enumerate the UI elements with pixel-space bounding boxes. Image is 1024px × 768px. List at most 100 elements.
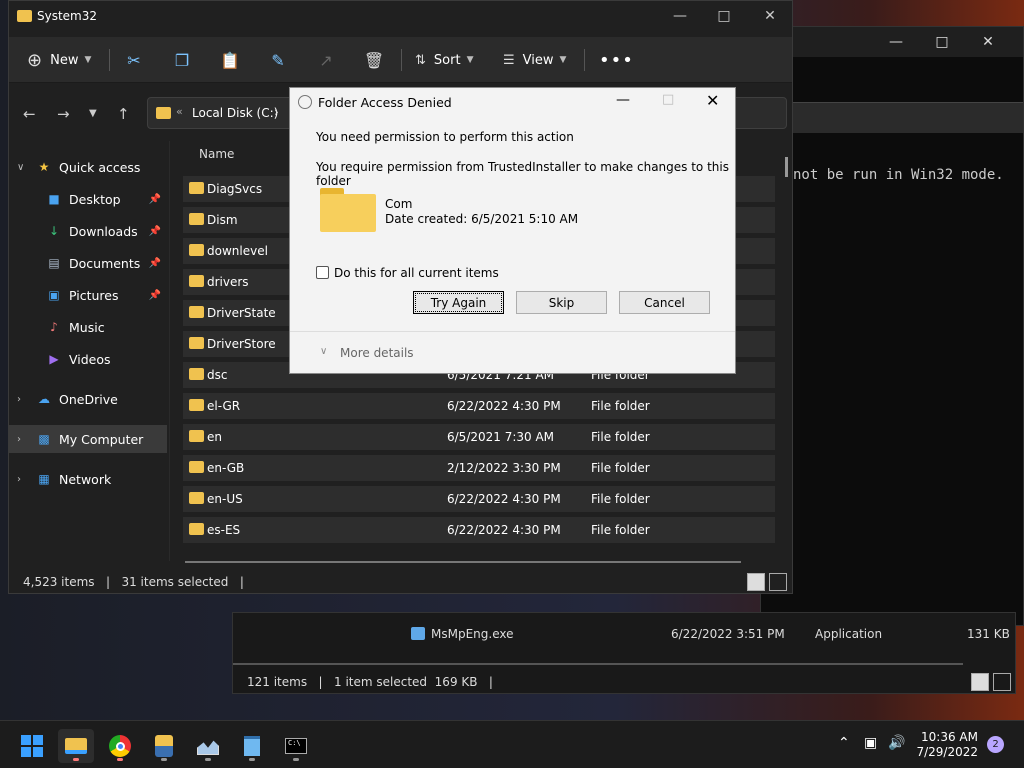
sidebar-item-my-computer[interactable]: › ▩ My Computer — [9, 425, 167, 453]
new-button[interactable]: ⊕ New ▼ — [27, 45, 91, 75]
more-details-link[interactable]: More details — [340, 346, 414, 360]
close-icon[interactable]: ✕ — [706, 91, 719, 110]
back-icon[interactable]: ← — [23, 105, 36, 123]
chrome-icon[interactable] — [102, 729, 138, 763]
chevron-right-icon[interactable]: › — [17, 434, 21, 445]
share-icon[interactable]: ↗ — [315, 49, 337, 71]
sidebar-item-quick-access[interactable]: ∨ ★ Quick access — [9, 153, 167, 181]
sidebar-item-label: Desktop — [69, 191, 121, 207]
notification-badge[interactable]: 2 — [987, 736, 1004, 753]
try-again-button[interactable]: Try Again — [413, 291, 504, 314]
desktop-icon: ■ — [48, 192, 60, 206]
paste-icon[interactable]: 📋 — [219, 49, 241, 71]
maximize-icon[interactable]: □ — [701, 1, 747, 31]
sidebar-item-music[interactable]: ♪ Music — [9, 313, 167, 341]
folder-icon — [189, 306, 204, 318]
sidebar-item-network[interactable]: › ▦ Network — [9, 465, 167, 493]
tiles-view-icon[interactable] — [993, 673, 1011, 691]
forward-icon[interactable]: → — [57, 105, 70, 123]
cmd-window[interactable]: — □ ✕ not be run in Win32 mode. — [760, 26, 1024, 626]
details-view-icon[interactable] — [747, 573, 765, 591]
file-explorer-icon[interactable] — [58, 729, 94, 763]
command-bar: ⊕ New ▼ ✂ ❐ 📋 ✎ ↗ 🗑 ⇅ Sort ▼ ☰ View ▼ ••… — [9, 37, 792, 83]
chevron-right-icon[interactable]: › — [17, 394, 21, 405]
cmd-output-text: not be run in Win32 mode. — [793, 167, 1004, 183]
pane-divider — [169, 141, 170, 561]
python-icon[interactable] — [146, 729, 182, 763]
minimize-icon[interactable]: — — [873, 27, 919, 57]
sidebar-item-pictures[interactable]: ▣ Pictures 📌 — [9, 281, 167, 309]
sidebar-item-documents[interactable]: ▤ Documents 📌 — [9, 249, 167, 277]
notepad-icon[interactable] — [234, 729, 270, 763]
pin-icon[interactable]: 📌 — [149, 194, 161, 205]
column-header-name[interactable]: Name — [199, 147, 234, 161]
more-options-icon[interactable]: ••• — [599, 45, 634, 75]
pin-icon[interactable]: 📌 — [149, 258, 161, 269]
maximize-icon[interactable]: □ — [919, 27, 965, 57]
network-icon[interactable]: ▣ — [864, 735, 877, 751]
table-row[interactable]: el-GR 6/22/2022 4:30 PM File folder — [183, 393, 775, 419]
sidebar-item-label: Downloads — [69, 223, 138, 239]
cancel-button[interactable]: Cancel — [619, 291, 710, 314]
file-date: 6/22/2022 3:51 PM — [671, 627, 785, 641]
chevron-right-icon[interactable]: › — [17, 474, 21, 485]
tiles-view-icon[interactable] — [769, 573, 787, 591]
sidebar-item-videos[interactable]: ▶ Videos — [9, 345, 167, 373]
breadcrumb-overflow-icon[interactable]: « — [176, 105, 183, 118]
details-view-icon[interactable] — [971, 673, 989, 691]
sidebar-item-label: OneDrive — [59, 391, 118, 407]
horizontal-scrollbar[interactable] — [233, 663, 963, 665]
background-explorer-window[interactable]: MsMpEng.exe 6/22/2022 3:51 PM Applicatio… — [232, 612, 1016, 694]
sidebar-item-desktop[interactable]: ■ Desktop 📌 — [9, 185, 167, 213]
checkbox-label[interactable]: Do this for all current items — [334, 266, 499, 280]
file-date: 6/5/2021 7:30 AM — [447, 430, 555, 444]
table-row[interactable]: MsMpEng.exe 6/22/2022 3:51 PM Applicatio… — [233, 621, 1013, 647]
close-icon[interactable]: ✕ — [965, 27, 1011, 57]
pin-icon[interactable]: 📌 — [149, 290, 161, 301]
pin-icon[interactable]: 📌 — [149, 226, 161, 237]
volume-icon[interactable]: 🔊 — [888, 735, 905, 751]
chevron-right-icon[interactable]: › — [274, 105, 279, 119]
clock[interactable]: 10:36 AM 7/29/2022 — [916, 730, 978, 760]
sort-button[interactable]: ⇅ Sort ▼ — [415, 45, 473, 75]
cut-icon[interactable]: ✂ — [123, 49, 145, 71]
breadcrumb[interactable]: Local Disk (C:) — [192, 106, 278, 120]
new-label: New — [50, 52, 79, 68]
file-type: File folder — [591, 461, 650, 475]
folder-name: Com — [385, 197, 413, 211]
cmd-titlebar[interactable]: — □ ✕ — [761, 27, 1023, 57]
cmd-input-area — [761, 57, 1023, 103]
up-icon[interactable]: ↑ — [117, 105, 130, 123]
command-prompt-icon[interactable]: C:\ — [278, 729, 314, 763]
table-row[interactable]: en 6/5/2021 7:30 AM File folder — [183, 424, 775, 450]
chevron-down-icon[interactable]: ∨ — [17, 162, 24, 173]
folder-icon — [189, 492, 204, 504]
folder-access-denied-dialog[interactable]: Folder Access Denied — □ ✕ You need perm… — [289, 87, 736, 374]
divider — [109, 49, 110, 71]
chevron-up-icon[interactable]: ⌃ — [838, 735, 850, 751]
close-icon[interactable]: ✕ — [747, 1, 793, 31]
recent-locations-icon[interactable]: ▼ — [89, 108, 97, 119]
rename-icon[interactable]: ✎ — [267, 49, 289, 71]
apply-all-checkbox[interactable] — [316, 266, 329, 279]
copy-icon[interactable]: ❐ — [171, 49, 193, 71]
chevron-down-icon[interactable]: ∨ — [320, 346, 327, 357]
vertical-scrollbar[interactable] — [785, 157, 788, 177]
sidebar-item-onedrive[interactable]: › ☁ OneDrive — [9, 385, 167, 413]
minimize-icon[interactable]: — — [657, 1, 703, 31]
sidebar-item-label: Videos — [69, 351, 111, 367]
sidebar-item-downloads[interactable]: ↓ Downloads 📌 — [9, 217, 167, 245]
table-row[interactable]: es-ES 6/22/2022 4:30 PM File folder — [183, 517, 775, 543]
table-row[interactable]: en-US 6/22/2022 4:30 PM File folder — [183, 486, 775, 512]
table-row[interactable]: en-GB 2/12/2022 3:30 PM File folder — [183, 455, 775, 481]
explorer-titlebar[interactable]: System32 — □ ✕ — [9, 1, 792, 33]
start-icon[interactable] — [14, 729, 50, 763]
view-button[interactable]: ☰ View ▼ — [503, 45, 566, 75]
horizontal-scrollbar[interactable] — [185, 561, 741, 563]
minimize-icon[interactable]: — — [616, 92, 630, 108]
file-date: 6/22/2022 4:30 PM — [447, 492, 561, 506]
performance-monitor-icon[interactable] — [190, 729, 226, 763]
sidebar-item-label: Documents — [69, 255, 141, 271]
skip-button[interactable]: Skip — [516, 291, 607, 314]
delete-icon[interactable]: 🗑 — [363, 49, 385, 71]
